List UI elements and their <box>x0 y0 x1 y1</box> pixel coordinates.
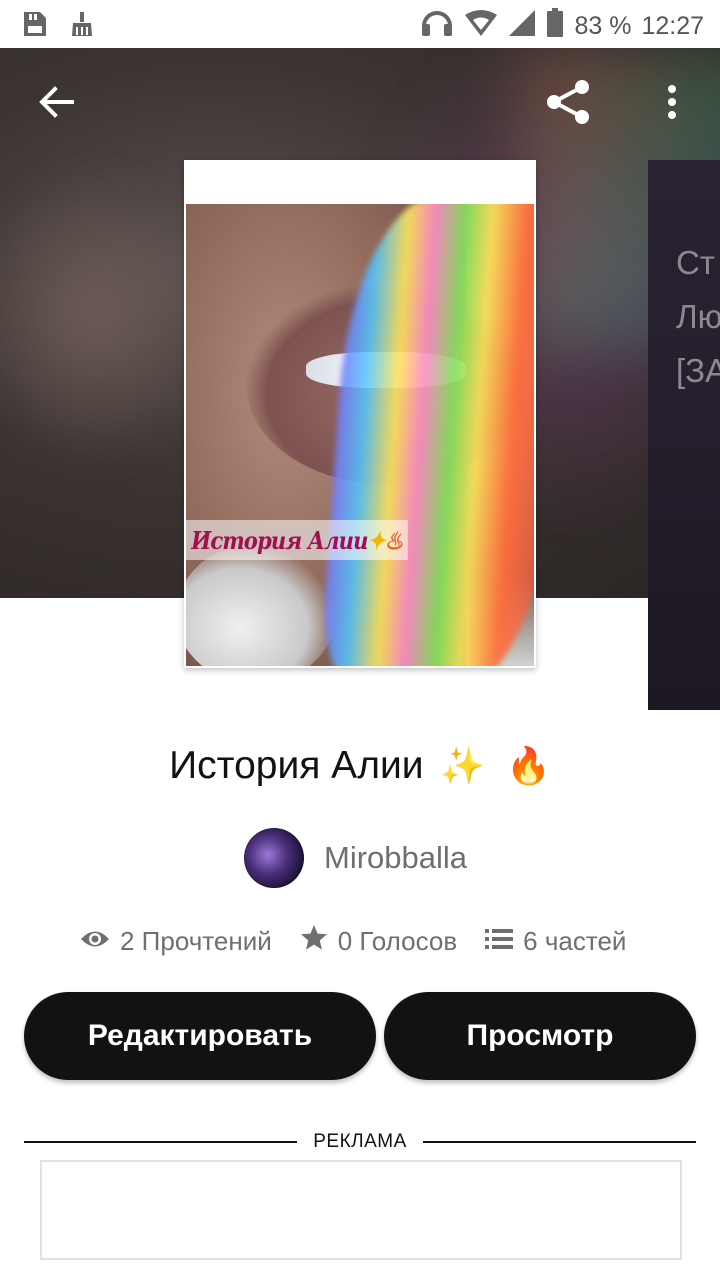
wifi-icon <box>464 9 498 44</box>
status-bar: 83 % 12:27 <box>0 0 720 48</box>
arrow-back-icon <box>38 85 74 123</box>
sd-card-icon <box>22 10 48 43</box>
eye-icon <box>80 926 110 957</box>
share-button[interactable] <box>536 72 600 136</box>
next-cover-text-line: [ЗА <box>676 352 720 389</box>
parts-count: 6 частей <box>523 925 627 956</box>
reads-stat: 2 Прочтений <box>80 926 272 957</box>
broom-icon <box>70 11 94 42</box>
battery-icon <box>546 8 564 45</box>
list-icon <box>485 926 514 957</box>
votes-stat: 0 Голосов <box>300 924 457 958</box>
ad-slot[interactable] <box>40 1160 682 1260</box>
votes-count: 0 Голосов <box>337 925 458 956</box>
more-vert-icon <box>667 84 677 125</box>
parts-stat: 6 частей <box>485 926 626 957</box>
star-icon <box>300 924 328 958</box>
next-cover-text-line: Лю <box>676 298 720 335</box>
more-button[interactable] <box>640 72 704 136</box>
next-story-cover[interactable]: Ст Лю [ЗА <box>648 160 720 710</box>
author-name[interactable]: Mirobballa <box>324 840 467 876</box>
share-icon <box>544 78 592 131</box>
ad-header: РЕКЛАМА <box>24 1130 696 1154</box>
story-title: История Алии ✨ 🔥 <box>169 744 551 787</box>
view-button[interactable]: Просмотр <box>384 992 696 1080</box>
author-row[interactable]: Mirobballa <box>244 828 467 888</box>
fire-emoji: 🔥 <box>506 746 551 787</box>
clock: 12:27 <box>641 12 704 40</box>
cover-image: История Алии ✦ ♨ <box>186 204 534 666</box>
back-button[interactable] <box>24 72 88 136</box>
story-stats: 2 Прочтений 0 Голосов 6 частей <box>80 924 626 958</box>
cover-caption: История Алии ✦ ♨ <box>186 520 408 560</box>
avatar[interactable] <box>244 828 304 888</box>
story-cover[interactable]: История Алии ✦ ♨ <box>184 160 536 668</box>
sparkles-emoji: ✨ <box>440 746 486 787</box>
toolbar <box>0 48 720 160</box>
reads-count: 2 Прочтений <box>120 925 272 956</box>
ad-label: РЕКЛАМА <box>313 1131 407 1152</box>
edit-button[interactable]: Редактировать <box>24 992 376 1080</box>
divider <box>422 1141 696 1143</box>
headset-icon <box>420 8 454 45</box>
next-cover-text-line: Ст <box>676 244 715 281</box>
divider <box>24 1141 298 1143</box>
signal-icon <box>508 9 536 44</box>
battery-percent: 83 % <box>574 12 632 40</box>
